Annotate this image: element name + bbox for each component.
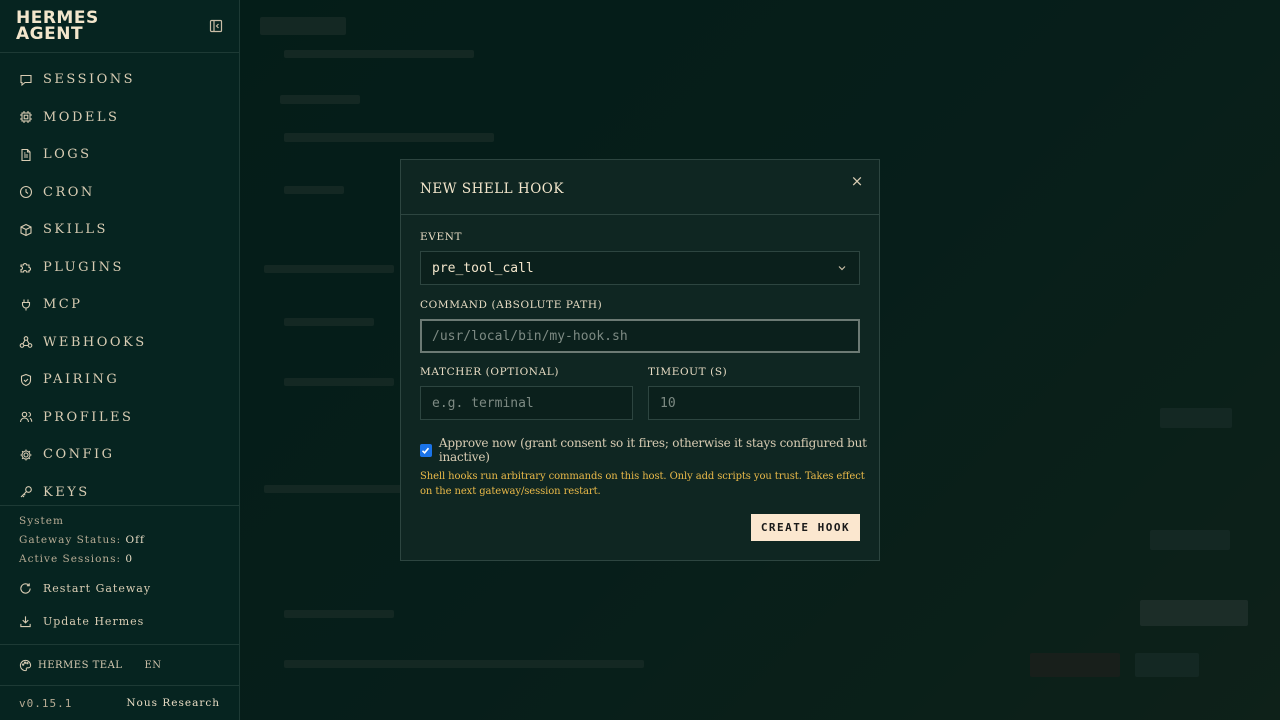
- event-select[interactable]: pre_tool_call: [420, 251, 860, 285]
- command-input-placeholder: /usr/local/bin/my-hook.sh: [432, 328, 628, 344]
- command-label: COMMAND (ABSOLUTE PATH): [420, 299, 603, 311]
- sidebar-item-label: CRON: [43, 184, 95, 200]
- sidebar-item-profiles[interactable]: PROFILES: [0, 399, 239, 437]
- users-icon: [19, 411, 33, 423]
- warning-text: Shell hooks run arbitrary commands on th…: [420, 471, 865, 497]
- sidebar-item-label: PAIRING: [43, 372, 120, 388]
- sidebar-item-label: LOGS: [43, 147, 92, 163]
- shield-check-icon: [20, 373, 32, 386]
- sidebar-item-label: PLUGINS: [43, 259, 124, 275]
- active-sessions-value: 0: [125, 553, 134, 565]
- approve-checkbox[interactable]: [420, 443, 432, 457]
- palette-icon: [19, 659, 32, 671]
- clock-icon: [19, 186, 33, 199]
- brand-header: HERMES AGENT: [0, 0, 239, 53]
- sidebar-footer: v0.15.1 Nous Research: [0, 686, 240, 720]
- webhook-icon: [19, 336, 33, 349]
- sidebar-collapse-icon[interactable]: [209, 19, 223, 33]
- dialog-header: NEW SHELL HOOK ×: [401, 160, 879, 215]
- sidebar-item-label: SESSIONS: [43, 72, 136, 88]
- restart-gateway-button[interactable]: Restart Gateway: [19, 572, 240, 605]
- sidebar-item-sessions[interactable]: SESSIONS: [0, 61, 239, 99]
- matcher-input-placeholder: e.g. terminal: [432, 395, 534, 411]
- approve-label: Approve now (grant consent so it fires; …: [438, 436, 867, 464]
- refresh-icon: [20, 583, 31, 594]
- timeout-input[interactable]: 10: [648, 386, 860, 420]
- sidebar-item-skills[interactable]: SKILLS: [0, 211, 239, 249]
- key-icon: [20, 486, 32, 498]
- puzzle-icon: [20, 263, 31, 273]
- sidebar-item-label: SKILLS: [43, 222, 108, 238]
- gear-icon: [20, 449, 32, 461]
- sidebar-item-label: WEBHOOKS: [43, 334, 147, 350]
- event-select-value: pre_tool_call: [432, 260, 534, 276]
- chat-icon: [20, 74, 32, 86]
- new-shell-hook-dialog: NEW SHELL HOOK × EVENT pre_tool_call COM…: [400, 159, 880, 561]
- org-link[interactable]: Nous Research: [126, 697, 220, 709]
- matcher-label: MATCHER (OPTIONAL): [420, 366, 560, 378]
- chevron-down-icon: [838, 266, 846, 271]
- sidebar-item-plugins[interactable]: PLUGINS: [0, 249, 239, 287]
- brand-line-2: AGENT: [16, 24, 84, 44]
- box-icon: [20, 223, 32, 236]
- sidebar-item-label: KEYS: [43, 484, 90, 500]
- timeout-input-placeholder: 10: [660, 395, 676, 411]
- gateway-status-label: Gateway Status:: [19, 534, 122, 546]
- sidebar-item-models[interactable]: MODELS: [0, 99, 239, 137]
- active-sessions: Active Sessions: 0: [19, 550, 221, 569]
- plug-icon: [21, 299, 31, 311]
- gateway-status: Gateway Status: Off: [19, 531, 221, 550]
- sidebar-item-config[interactable]: CONFIG: [0, 436, 239, 474]
- update-hermes-label: Update Hermes: [43, 615, 145, 628]
- sidebar-item-label: CONFIG: [43, 447, 115, 463]
- event-label: EVENT: [420, 231, 463, 243]
- theme-name: HERMES TEAL: [38, 659, 123, 671]
- sidebar-item-label: PROFILES: [43, 409, 134, 425]
- create-hook-button[interactable]: CREATE HOOK: [751, 514, 860, 541]
- sidebar-item-cron[interactable]: CRON: [0, 174, 239, 212]
- command-input[interactable]: /usr/local/bin/my-hook.sh: [420, 319, 860, 353]
- language-selector[interactable]: EN: [144, 660, 161, 671]
- system-heading: System: [19, 515, 64, 527]
- sidebar-item-label: MODELS: [43, 109, 120, 125]
- active-sessions-label: Active Sessions:: [19, 553, 122, 565]
- sidebar-nav: SESSIONS MODELS LOGS CRON SKILLS PLUGINS…: [0, 53, 239, 511]
- brand-logo[interactable]: HERMES AGENT: [16, 10, 106, 44]
- close-icon[interactable]: ×: [850, 174, 864, 189]
- checkmark-icon: [422, 447, 430, 454]
- sidebar-item-pairing[interactable]: PAIRING: [0, 361, 239, 399]
- system-actions: Restart Gateway Update Hermes: [0, 572, 240, 638]
- sidebar-item-logs[interactable]: LOGS: [0, 136, 239, 174]
- sidebar-item-webhooks[interactable]: WEBHOOKS: [0, 324, 239, 362]
- sidebar-item-label: MCP: [43, 297, 83, 313]
- timeout-label: TIMEOUT (S): [648, 366, 728, 378]
- version-label: v0.15.1: [19, 696, 73, 710]
- approve-now-row[interactable]: Approve now (grant consent so it fires; …: [420, 436, 879, 464]
- download-icon: [20, 616, 31, 628]
- restart-gateway-label: Restart Gateway: [43, 582, 152, 595]
- dialog-title: NEW SHELL HOOK: [420, 181, 564, 197]
- gateway-status-value: Off: [125, 534, 145, 546]
- chip-icon: [20, 111, 32, 124]
- matcher-input[interactable]: e.g. terminal: [420, 386, 633, 420]
- sidebar-item-mcp[interactable]: MCP: [0, 286, 239, 324]
- file-text-icon: [21, 148, 31, 161]
- sidebar: HERMES AGENT SESSIONS MODELS LOGS CRON S…: [0, 0, 240, 720]
- update-hermes-button[interactable]: Update Hermes: [19, 605, 240, 638]
- theme-switcher[interactable]: HERMES TEAL EN: [0, 644, 240, 686]
- system-status-panel: System Gateway Status: Off Active Sessio…: [0, 505, 240, 569]
